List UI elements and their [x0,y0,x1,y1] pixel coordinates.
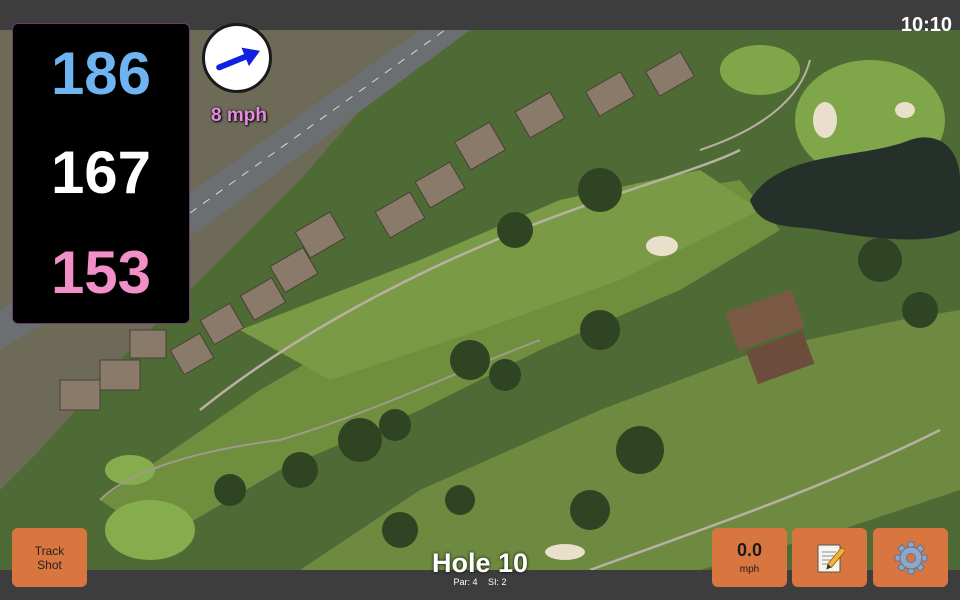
hole-stroke-index: SI: 2 [488,577,507,587]
speed-button[interactable]: 0.0 mph [712,528,787,587]
back-distance: 186 [50,39,152,107]
hole-title: Hole 10 [431,548,529,578]
notes-button[interactable] [792,528,867,587]
front-distance: 153 [50,239,152,307]
gear-icon [894,541,927,574]
hole-details: Par: 4 SI: 2 [380,577,580,587]
distance-panel: 186 167 153 [12,23,190,324]
wind-direction-indicator [202,23,272,93]
wind-arrow-icon [216,47,261,71]
middle-distance: 167 [50,139,152,207]
speed-unit: mph [739,564,760,575]
track-shot-label-line2: Shot [37,557,62,572]
settings-button[interactable] [873,528,948,587]
notepad-icon [817,544,845,572]
wind-speed: 8 mph [211,105,267,126]
track-shot-button[interactable]: Track Shot [12,528,87,587]
track-shot-label-line1: Track [34,543,65,558]
hole-par: Par: 4 [453,577,478,587]
speed-value: 0.0 [736,540,763,560]
clock-time: 10:10 [900,14,952,36]
